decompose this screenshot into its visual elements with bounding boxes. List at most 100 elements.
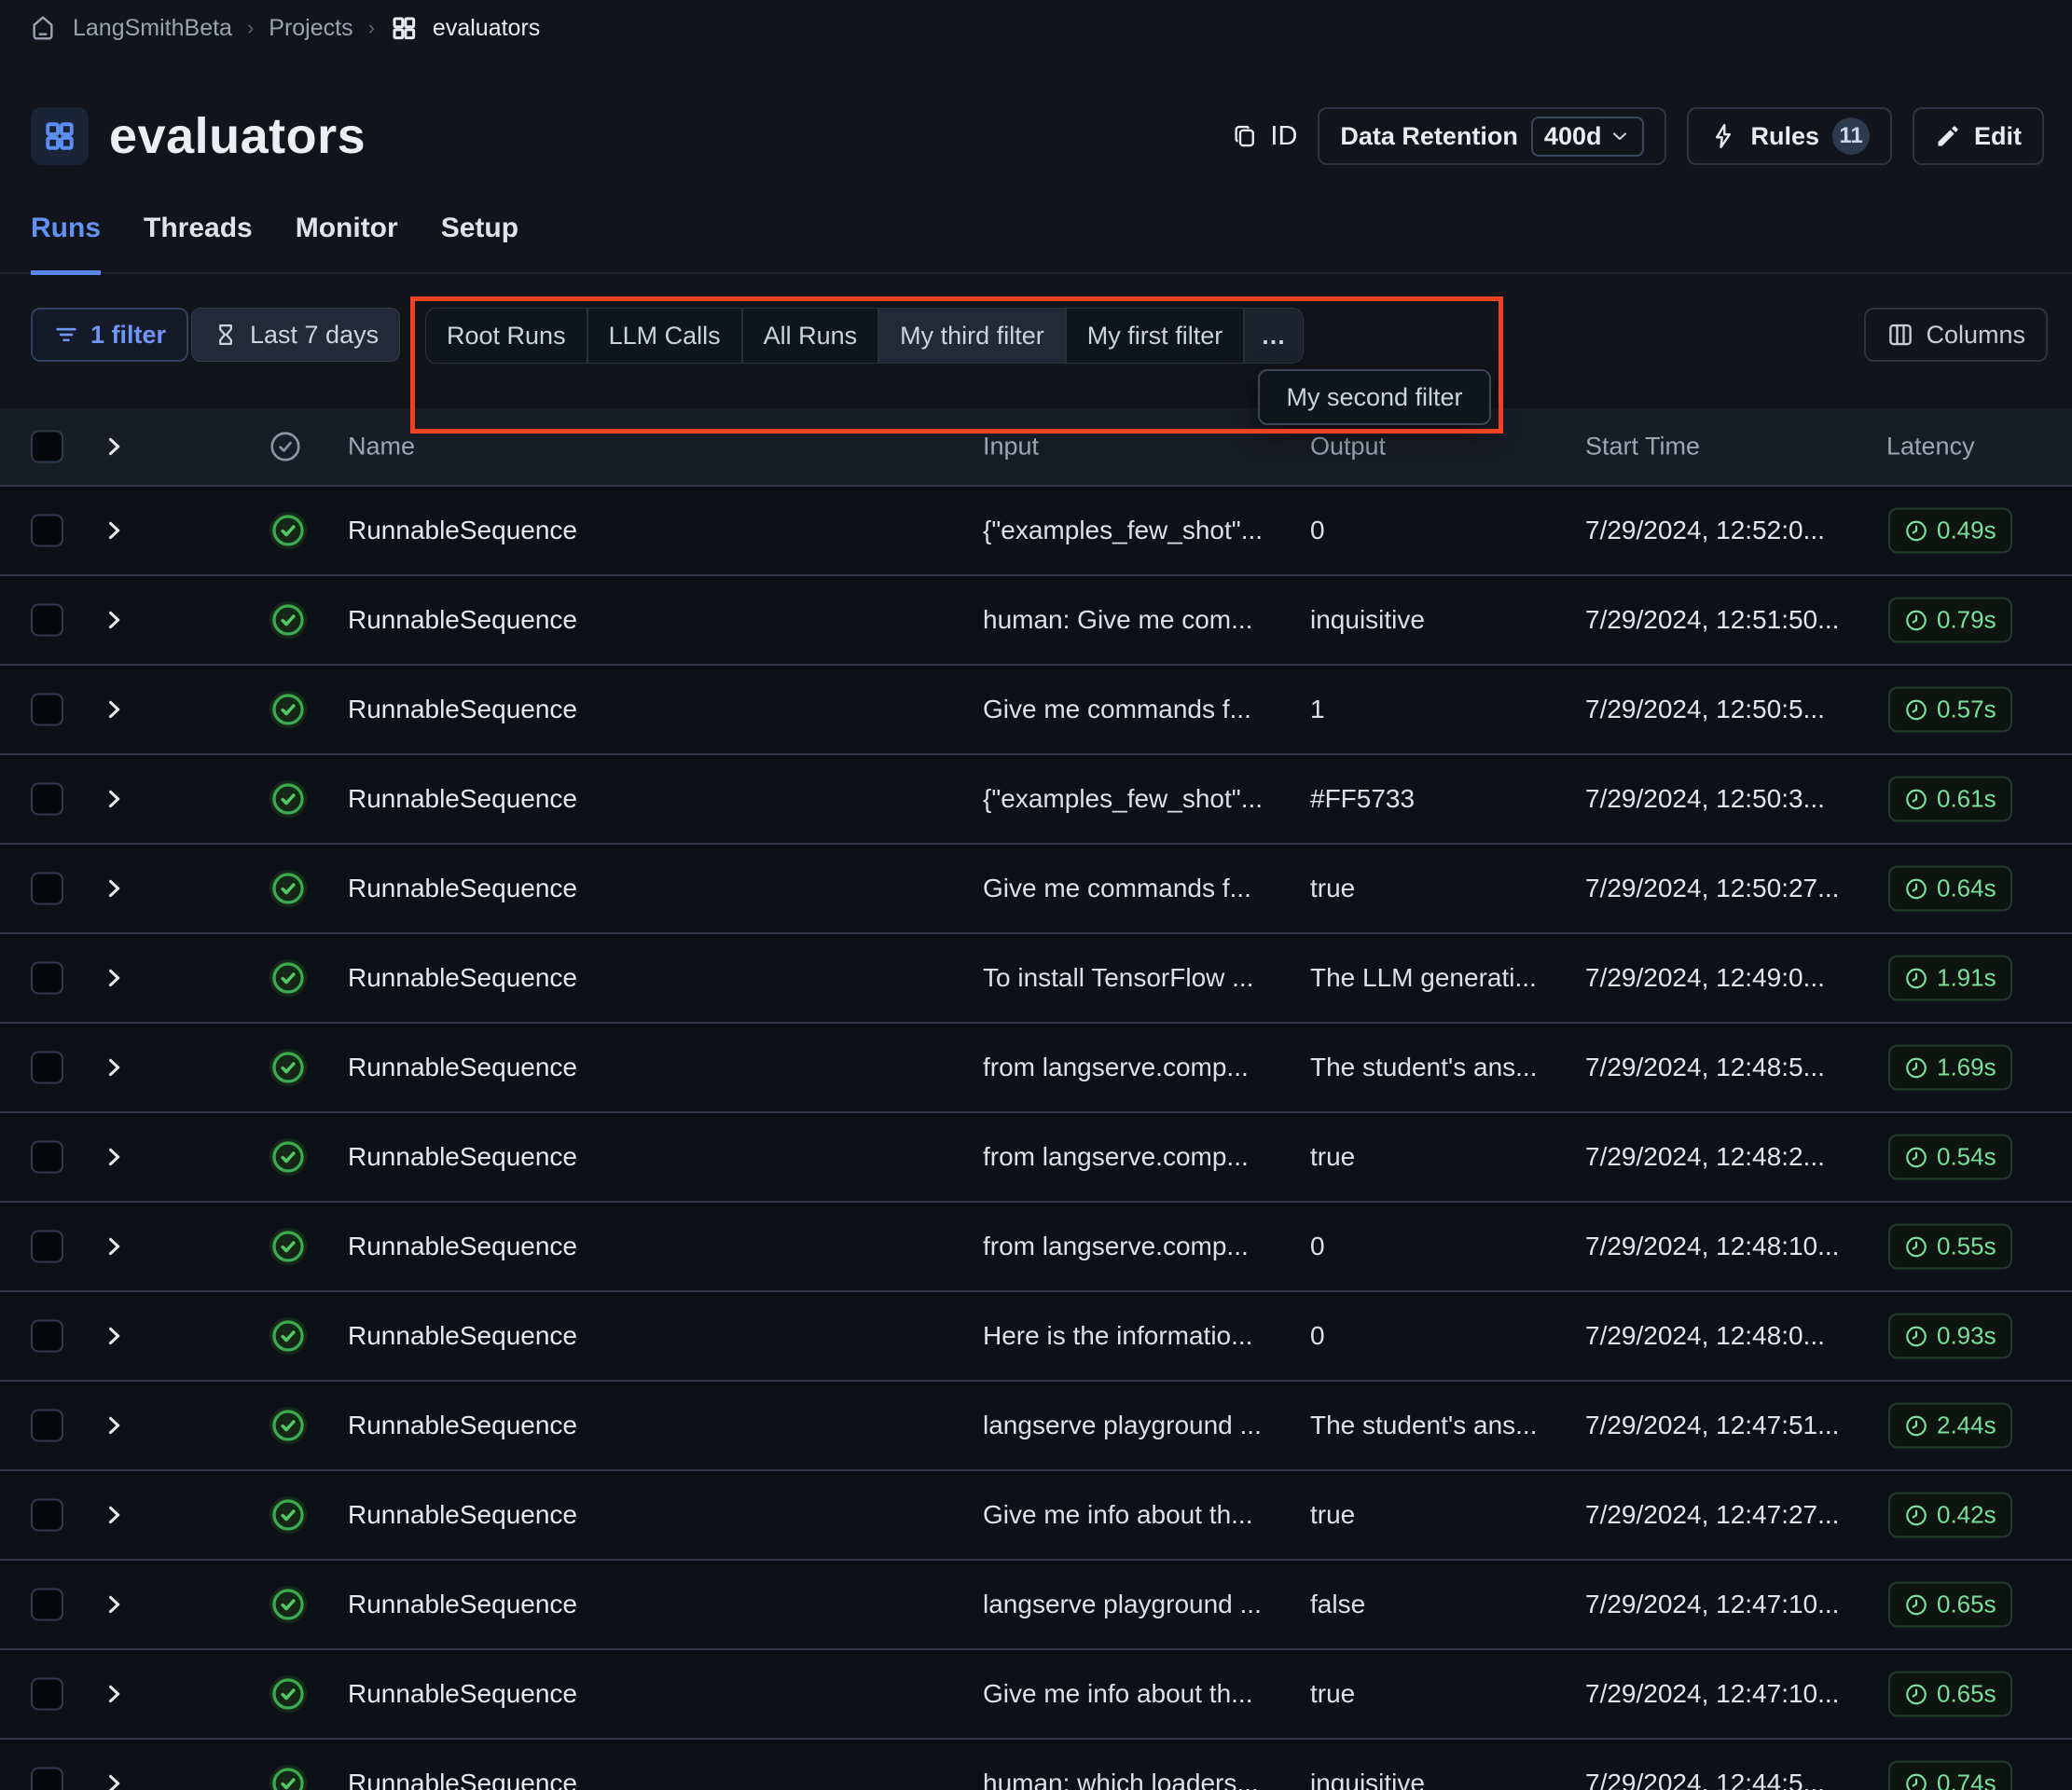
latency-badge: 0.42s [1888, 1493, 2012, 1538]
cell-output: false [1310, 1590, 1571, 1619]
table-row[interactable]: RunnableSequence Give me commands f... 1… [0, 664, 2072, 753]
row-expand-chevron-icon[interactable] [101, 1770, 127, 1790]
row-expand-chevron-icon[interactable] [101, 1144, 127, 1170]
table-row[interactable]: RunnableSequence To install TensorFlow .… [0, 932, 2072, 1022]
table-row[interactable]: RunnableSequence Here is the informatio.… [0, 1290, 2072, 1380]
table-row[interactable]: RunnableSequence {"examples_few_shot"...… [0, 753, 2072, 843]
cell-name: RunnableSequence [348, 1053, 945, 1082]
row-expand-chevron-icon[interactable] [101, 517, 127, 544]
row-checkbox[interactable] [31, 1678, 63, 1711]
row-checkbox[interactable] [31, 962, 63, 995]
cell-start-time: 7/29/2024, 12:50:5... [1585, 695, 1874, 724]
row-checkbox[interactable] [31, 1320, 63, 1353]
row-expand-chevron-icon[interactable] [101, 1502, 127, 1528]
filter-shortcuts-group: Root Runs LLM Calls All Runs My third fi… [425, 308, 1304, 364]
header-start-time: Start Time [1585, 433, 1700, 461]
cell-output: inquisitive [1310, 605, 1571, 635]
cell-name: RunnableSequence [348, 695, 945, 724]
tab-monitor[interactable]: Monitor [296, 213, 398, 270]
table-row[interactable]: RunnableSequence from langserve.comp... … [0, 1022, 2072, 1111]
latency-badge: 0.49s [1888, 508, 2012, 554]
cell-start-time: 7/29/2024, 12:47:51... [1585, 1411, 1874, 1440]
data-retention-value-select[interactable]: 400d [1531, 117, 1645, 157]
expand-all-chevron-icon[interactable] [101, 434, 127, 460]
breadcrumb-projects[interactable]: Projects [269, 15, 352, 42]
tab-runs[interactable]: Runs [31, 213, 101, 275]
latency-badge: 0.54s [1888, 1135, 2012, 1180]
cell-input: human: which loaders... [983, 1769, 1291, 1790]
row-checkbox[interactable] [31, 1231, 63, 1263]
row-expand-chevron-icon[interactable] [101, 696, 127, 723]
rules-count-badge: 11 [1832, 117, 1870, 155]
clock-icon [1904, 1771, 1928, 1790]
row-checkbox[interactable] [31, 1141, 63, 1174]
row-expand-chevron-icon[interactable] [101, 1054, 127, 1081]
select-all-checkbox[interactable] [31, 431, 63, 463]
row-checkbox[interactable] [31, 515, 63, 547]
home-icon[interactable] [28, 13, 58, 43]
rules-button[interactable]: Rules 11 [1687, 107, 1892, 165]
project-grid-icon [43, 119, 76, 153]
table-row[interactable]: RunnableSequence from langserve.comp... … [0, 1111, 2072, 1201]
row-checkbox[interactable] [31, 783, 63, 816]
row-expand-chevron-icon[interactable] [101, 786, 127, 812]
table-row[interactable]: RunnableSequence Give me commands f... t… [0, 843, 2072, 932]
filter-count-label: 1 filter [90, 321, 166, 350]
edit-button[interactable]: Edit [1913, 107, 2044, 165]
row-expand-chevron-icon[interactable] [101, 607, 127, 633]
row-expand-chevron-icon[interactable] [101, 1323, 127, 1349]
success-status-icon [268, 1136, 309, 1177]
cell-start-time: 7/29/2024, 12:50:3... [1585, 784, 1874, 814]
shortcut-root-runs[interactable]: Root Runs [426, 309, 587, 363]
header-output: Output [1310, 433, 1386, 461]
latency-badge: 0.65s [1888, 1672, 2012, 1717]
cell-output: true [1310, 1142, 1571, 1172]
shortcut-my-first-filter[interactable]: My first filter [1065, 309, 1244, 363]
table-row[interactable]: RunnableSequence langserve playground ..… [0, 1380, 2072, 1469]
table-row[interactable]: RunnableSequence langserve playground ..… [0, 1559, 2072, 1648]
cell-name: RunnableSequence [348, 963, 945, 993]
time-range-button[interactable]: Last 7 days [191, 308, 400, 362]
row-checkbox[interactable] [31, 1052, 63, 1084]
row-checkbox[interactable] [31, 873, 63, 905]
success-status-icon [268, 510, 309, 551]
header-name: Name [348, 433, 415, 461]
tab-threads[interactable]: Threads [144, 213, 253, 270]
table-row[interactable]: RunnableSequence Give me info about th..… [0, 1648, 2072, 1738]
latency-value: 0.74s [1937, 1769, 1996, 1790]
row-expand-chevron-icon[interactable] [101, 1412, 127, 1439]
row-checkbox[interactable] [31, 1499, 63, 1532]
row-checkbox[interactable] [31, 604, 63, 637]
table-row[interactable]: RunnableSequence Give me info about th..… [0, 1469, 2072, 1559]
row-expand-chevron-icon[interactable] [101, 875, 127, 902]
latency-badge: 1.91s [1888, 956, 2012, 1001]
data-retention-button[interactable]: Data Retention 400d [1318, 107, 1666, 165]
row-checkbox[interactable] [31, 694, 63, 726]
filter-icon [53, 322, 79, 348]
row-expand-chevron-icon[interactable] [101, 965, 127, 991]
shortcut-all-runs[interactable]: All Runs [741, 309, 878, 363]
table-row[interactable]: RunnableSequence from langserve.comp... … [0, 1201, 2072, 1290]
shortcut-more-button[interactable]: ... [1243, 309, 1303, 363]
row-expand-chevron-icon[interactable] [101, 1233, 127, 1260]
table-row[interactable]: RunnableSequence {"examples_few_shot"...… [0, 485, 2072, 574]
row-checkbox[interactable] [31, 1768, 63, 1790]
shortcut-my-third-filter[interactable]: My third filter [877, 309, 1065, 363]
tab-setup[interactable]: Setup [441, 213, 518, 270]
table-row[interactable]: RunnableSequence human: which loaders...… [0, 1738, 2072, 1790]
breadcrumb-root[interactable]: LangSmithBeta [73, 15, 232, 42]
row-expand-chevron-icon[interactable] [101, 1681, 127, 1707]
cell-input: from langserve.comp... [983, 1053, 1291, 1082]
cell-start-time: 7/29/2024, 12:48:0... [1585, 1321, 1874, 1351]
columns-button[interactable]: Columns [1864, 308, 2048, 362]
row-checkbox[interactable] [31, 1410, 63, 1442]
filter-count-button[interactable]: 1 filter [31, 308, 188, 362]
copy-id-button[interactable]: ID [1231, 121, 1297, 152]
row-checkbox[interactable] [31, 1589, 63, 1621]
cell-input: To install TensorFlow ... [983, 963, 1291, 993]
filter-dropdown-item-my-second-filter[interactable]: My second filter [1258, 369, 1491, 425]
tab-strip: Runs Threads Monitor Setup [0, 213, 2072, 274]
table-row[interactable]: RunnableSequence human: Give me com... i… [0, 574, 2072, 664]
row-expand-chevron-icon[interactable] [101, 1591, 127, 1618]
shortcut-llm-calls[interactable]: LLM Calls [587, 309, 741, 363]
